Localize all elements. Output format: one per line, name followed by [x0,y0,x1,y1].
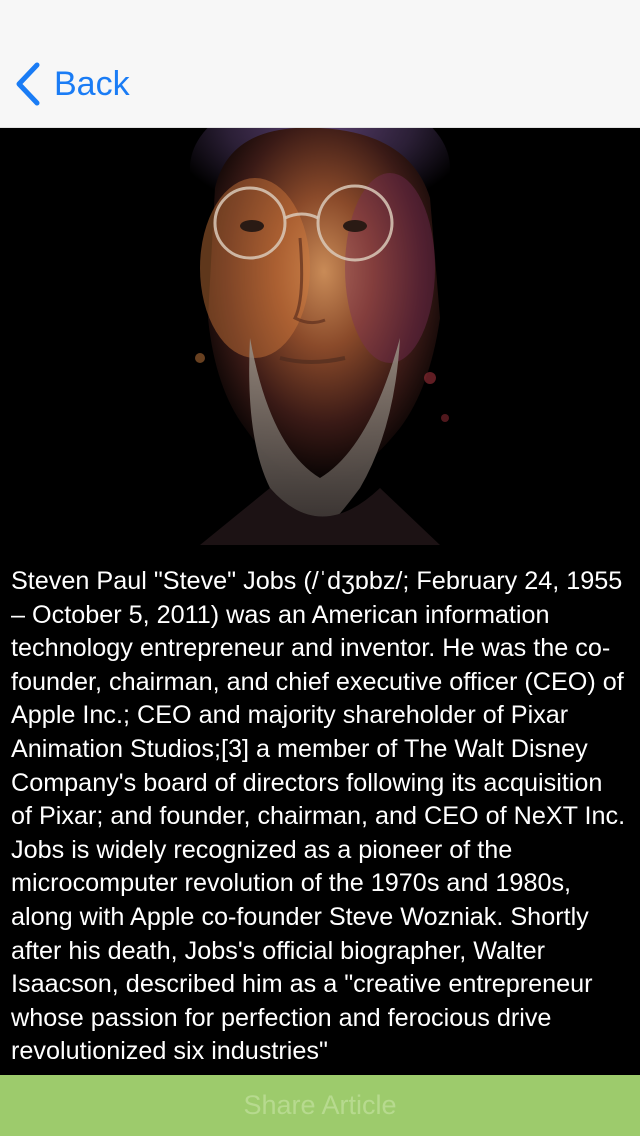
navigation-bar: Back [0,0,640,128]
hero-image [0,128,640,545]
article-body: Steven Paul "Steve" Jobs (/ˈdʒɒbz/; Febr… [0,545,640,1075]
share-article-button[interactable]: Share Article [0,1075,640,1136]
portrait-image [0,128,640,545]
chevron-left-icon [14,62,42,106]
back-label: Back [54,65,130,103]
share-article-label: Share Article [243,1090,397,1120]
article-text: Steven Paul "Steve" Jobs (/ˈdʒɒbz/; Febr… [11,567,626,1066]
back-button[interactable]: Back [14,62,130,106]
